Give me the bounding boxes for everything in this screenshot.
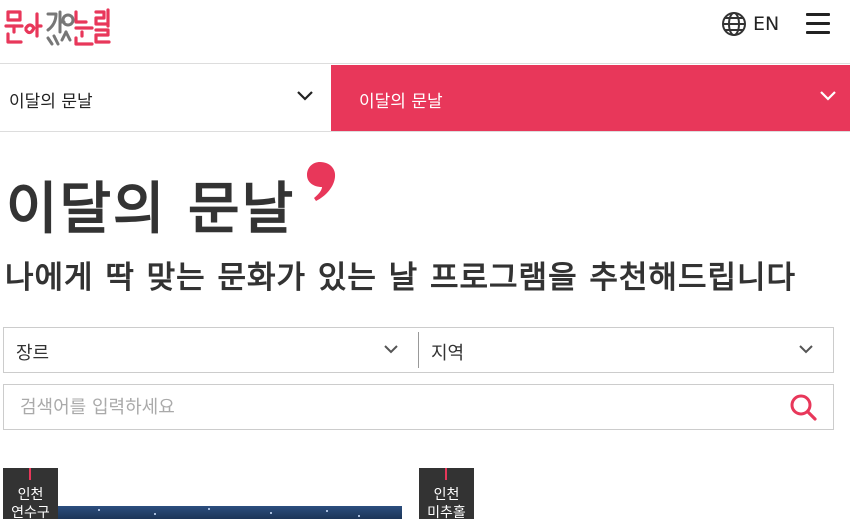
page-subtitle: 나에게 딱 맞는 문화가 있는 날 프로그램을 추천해드립니다 [5,260,797,296]
chevron-down-icon [799,345,813,354]
region-tag[interactable]: 인천 연수구 [3,468,58,519]
hamburger-menu-icon [806,13,830,16]
comma-icon [307,162,336,201]
region-tag-city: 인천 [433,487,460,503]
genre-select-label: 장르 [16,343,50,364]
page-title: 이달의 문날 [6,177,296,242]
site-logo[interactable] [4,6,114,50]
region-select-label: 지역 [431,343,465,364]
chevron-down-icon [384,345,398,354]
region-tag-city: 인천 [17,487,44,503]
search-input[interactable] [20,393,780,421]
site-header: EN [0,0,850,64]
hamburger-menu-icon-bar [806,31,830,34]
hamburger-menu-icon-bar [806,22,830,25]
region-tag-marker [445,468,447,480]
language-label: EN [753,13,780,35]
filter-bar: 장르 지역 [3,327,834,373]
region-tag[interactable]: 인천 미추홀 [419,468,474,519]
region-select[interactable]: 지역 [419,328,833,372]
chevron-down-icon [820,91,836,101]
program-card-image[interactable] [58,506,402,519]
section-nav: 이달의 문날 이달의 문날 [0,65,850,132]
hamburger-menu-button[interactable] [806,11,832,35]
nav-dropdown-left[interactable]: 이달의 문날 [0,65,331,131]
nav-dropdown-left-label: 이달의 문날 [9,92,93,112]
search-icon [790,394,817,421]
logo-mark [4,8,111,46]
genre-select[interactable]: 장르 [4,328,418,372]
search-bar [3,384,834,430]
region-tag-district: 미추홀 [427,505,466,519]
language-switch[interactable]: EN [721,9,779,39]
region-tag-district: 연수구 [11,505,50,519]
chevron-down-icon [297,91,313,101]
search-button[interactable] [788,392,818,426]
globe-icon [722,12,746,36]
nav-dropdown-right[interactable]: 이달의 문날 [331,65,850,131]
region-tag-marker [29,468,31,480]
nav-dropdown-right-label: 이달의 문날 [359,92,443,112]
